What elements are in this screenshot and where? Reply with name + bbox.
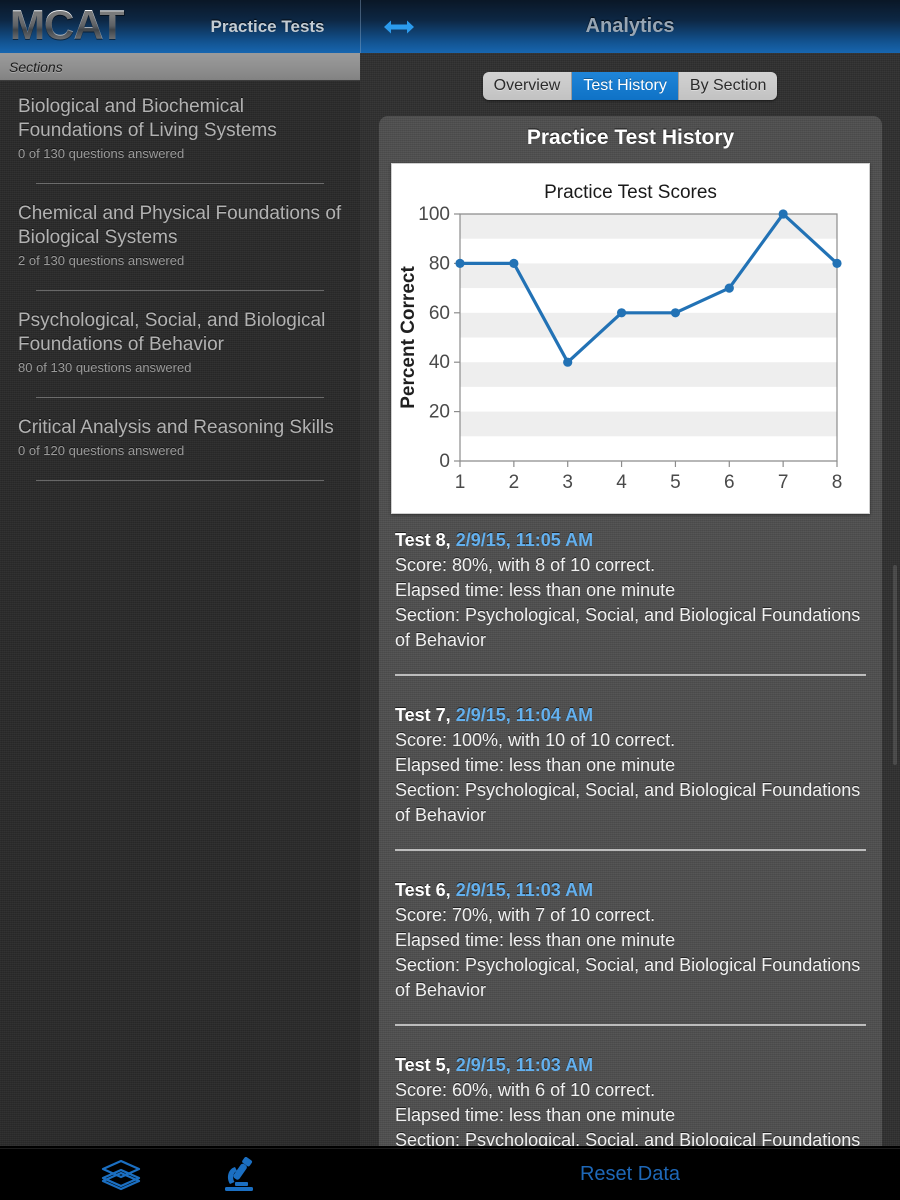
entry-divider <box>395 1024 866 1026</box>
svg-text:7: 7 <box>778 472 789 493</box>
entry-elapsed: Elapsed time: less than one minute <box>395 755 676 775</box>
sidebar-item-progress: 2 of 130 questions answered <box>18 253 185 268</box>
view-segmented-control[interactable]: Overview Test History By Section <box>360 72 900 100</box>
sidebar-divider <box>36 290 324 291</box>
scores-chart-card: Practice Test Scores 0 20 40 60 80 100 1 2 3 4 5 6 7… <box>391 163 870 514</box>
svg-text:40: 40 <box>429 352 450 373</box>
entry-score: Score: 70%, with 7 of 10 correct. <box>395 905 656 925</box>
entry-timestamp: 2/9/15, 11:03 AM <box>455 1055 594 1075</box>
sidebar-item-progress: 0 of 120 questions answered <box>18 443 185 458</box>
svg-text:Percent Correct: Percent Correct <box>398 266 419 409</box>
entry-header: Test 8, 2/9/15, 11:05 AM <box>395 528 866 553</box>
entry-header: Test 7, 2/9/15, 11:04 AM <box>395 703 866 728</box>
entry-divider <box>395 849 866 851</box>
sections-bar-label: Sections <box>9 58 63 75</box>
test-history-list[interactable]: Test 8, 2/9/15, 11:05 AM Score: 80%, wit… <box>379 520 882 1146</box>
bottom-tab-bar <box>0 1148 360 1200</box>
entry-test-number: Test 7, <box>395 705 451 725</box>
svg-text:1: 1 <box>455 472 466 493</box>
entry-elapsed: Elapsed time: less than one minute <box>395 930 676 950</box>
svg-text:8: 8 <box>832 472 843 493</box>
mcat-logo: MCAT <box>10 1 125 48</box>
entry-test-number: Test 5, <box>395 1055 451 1075</box>
sections-sidebar[interactable]: Biological and Biochemical Foundations o… <box>0 81 360 1146</box>
test-history-entry[interactable]: Test 7, 2/9/15, 11:04 AM Score: 100%, wi… <box>379 695 882 828</box>
app-header: MCAT MCAT Practice Tests Analytics <box>0 0 900 53</box>
microscope-icon[interactable] <box>218 1156 262 1193</box>
content-scrollbar[interactable] <box>893 565 897 765</box>
analytics-content: Overview Test History By Section Practic… <box>360 53 900 1146</box>
test-history-entry[interactable]: Test 5, 2/9/15, 11:03 AM Score: 60%, wit… <box>379 1045 882 1146</box>
entry-section: Section: Psychological, Social, and Biol… <box>395 955 861 1000</box>
entry-elapsed: Elapsed time: less than one minute <box>395 1105 676 1125</box>
entry-test-number: Test 6, <box>395 880 451 900</box>
entry-header: Test 6, 2/9/15, 11:03 AM <box>395 878 866 903</box>
entry-divider <box>395 674 866 676</box>
entry-section: Section: Psychological, Social, and Biol… <box>395 1130 861 1146</box>
svg-text:6: 6 <box>724 472 735 493</box>
svg-text:5: 5 <box>670 472 681 493</box>
layers-stack-icon[interactable] <box>99 1157 143 1193</box>
sidebar-item-title: Psychological, Social, and Biological Fo… <box>18 310 326 355</box>
tab-overview[interactable]: Overview <box>482 72 573 100</box>
svg-text:80: 80 <box>429 253 450 274</box>
sidebar-item-chem[interactable]: Chemical and Physical Foundations of Bio… <box>0 188 360 295</box>
sidebar-divider <box>36 480 324 481</box>
sidebar-item-cars[interactable]: Critical Analysis and Reasoning Skills 0… <box>0 402 360 485</box>
test-history-entry[interactable]: Test 8, 2/9/15, 11:05 AM Score: 80%, wit… <box>379 520 882 653</box>
svg-text:100: 100 <box>418 204 450 225</box>
svg-text:4: 4 <box>616 472 627 493</box>
sidebar-item-progress: 0 of 130 questions answered <box>18 146 185 161</box>
sidebar-item-title: Chemical and Physical Foundations of Bio… <box>18 203 342 248</box>
test-history-entry[interactable]: Test 6, 2/9/15, 11:03 AM Score: 70%, wit… <box>379 870 882 1003</box>
sidebar-divider <box>36 397 324 398</box>
app-root: MCAT MCAT Practice Tests Analytics Secti… <box>0 0 900 1200</box>
practice-tests-title: Practice Tests <box>210 16 325 36</box>
tab-by-section[interactable]: By Section <box>678 72 778 100</box>
entry-score: Score: 100%, with 10 of 10 correct. <box>395 730 676 750</box>
sidebar-item-title: Critical Analysis and Reasoning Skills <box>18 417 334 438</box>
practice-test-scores-chart: 0 20 40 60 80 100 1 2 3 4 5 6 7 8 Percent Correct <box>398 204 843 493</box>
svg-text:3: 3 <box>562 472 573 493</box>
svg-text:60: 60 <box>429 303 450 324</box>
sections-bar: Sections <box>0 53 360 81</box>
reset-data-button[interactable]: Reset Data <box>580 1163 680 1186</box>
entry-section: Section: Psychological, Social, and Biol… <box>395 605 861 650</box>
entry-timestamp: 2/9/15, 11:03 AM <box>455 880 594 900</box>
analytics-title: Analytics <box>585 15 675 37</box>
tab-test-history[interactable]: Test History <box>572 72 679 100</box>
svg-text:0: 0 <box>439 451 450 472</box>
sidebar-item-title: Biological and Biochemical Foundations o… <box>18 96 277 141</box>
reset-bar: Reset Data <box>360 1148 900 1200</box>
entry-header: Test 5, 2/9/15, 11:03 AM <box>395 1053 866 1078</box>
practice-test-history-panel: Practice Test History Practice Test Scor… <box>379 116 882 1146</box>
svg-text:2: 2 <box>509 472 520 493</box>
entry-score: Score: 60%, with 6 of 10 correct. <box>395 1080 656 1100</box>
sidebar-item-psych[interactable]: Psychological, Social, and Biological Fo… <box>0 295 360 402</box>
svg-text:20: 20 <box>429 402 450 423</box>
sidebar-item-progress: 80 of 130 questions answered <box>18 360 192 375</box>
sidebar-item-bio[interactable]: Biological and Biochemical Foundations o… <box>0 81 360 188</box>
entry-elapsed: Elapsed time: less than one minute <box>395 580 676 600</box>
entry-test-number: Test 8, <box>395 530 451 550</box>
entry-section: Section: Psychological, Social, and Biol… <box>395 780 861 825</box>
entry-score: Score: 80%, with 8 of 10 correct. <box>395 555 656 575</box>
sidebar-divider <box>36 183 324 184</box>
entry-timestamp: 2/9/15, 11:05 AM <box>455 530 594 550</box>
entry-timestamp: 2/9/15, 11:04 AM <box>455 705 594 725</box>
panel-title: Practice Test History <box>526 126 735 149</box>
